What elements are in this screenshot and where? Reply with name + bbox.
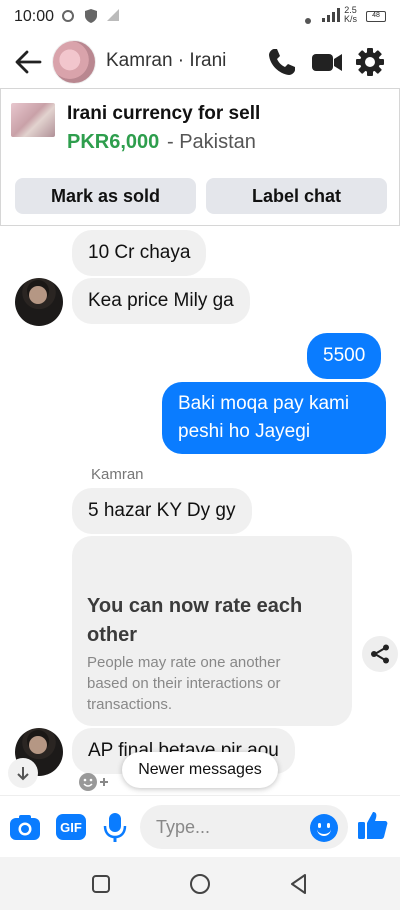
newer-messages-button[interactable]: Newer messages [122,752,278,788]
system-navigation-bar [0,857,400,910]
listing-thumbnail[interactable] [11,103,55,137]
no-signal-icon [106,8,120,25]
signal-icon [322,8,340,25]
scroll-down-arrow-icon[interactable] [8,758,38,788]
message-text: 5500 [323,345,366,366]
sender-avatar[interactable] [15,278,63,326]
video-call-icon[interactable] [310,46,342,78]
shield-icon [84,8,98,27]
message-text: Kea price Mily ga [88,290,234,311]
microphone-icon[interactable] [98,810,132,844]
listing-price: PKR6,000 [67,131,160,153]
mark-as-sold-button[interactable]: Mark as sold [15,178,196,214]
status-time: 10:00 [14,8,55,25]
message-composer: GIF Type... [0,795,400,857]
rating-card-title: You can now rate each other [87,595,303,646]
like-thumbs-up-icon[interactable] [356,808,390,842]
message-text: 10 Cr chaya [88,242,191,263]
settings-gear-icon[interactable] [354,46,386,78]
contact-avatar[interactable] [52,40,96,84]
contact-name[interactable]: Kamran · Irani [106,50,226,72]
message-bubble-incoming[interactable]: Kea price Mily ga [72,278,250,324]
phone-icon[interactable] [266,46,298,78]
message-text: Baki moqa pay kami peshi ho Jayegi [178,393,350,442]
marketplace-listing-card[interactable]: Irani currency for sell PKR6,000 - Pakis… [0,88,400,226]
sync-icon [60,8,76,27]
message-bubble-outgoing[interactable]: 5500 [307,333,382,379]
emoji-icon[interactable] [310,814,338,842]
back-arrow-icon[interactable] [12,46,44,78]
home-icon[interactable] [187,871,213,897]
label-chat-button[interactable]: Label chat [206,178,387,214]
message-bubble-outgoing[interactable]: Baki moqa pay kami peshi ho Jayegi [162,382,386,454]
rating-prompt-card[interactable]: You can now rate each other People may r… [72,536,352,726]
message-bubble-incoming[interactable]: 5 hazar KY Dy gy [72,488,252,534]
rating-card-text: People may rate one another based on the… [87,654,281,713]
back-nav-icon[interactable] [286,871,312,897]
message-input-placeholder: Type... [156,817,211,837]
add-reaction-icon[interactable] [78,772,110,797]
recent-apps-icon[interactable] [88,871,114,897]
listing-location: - Pakistan [167,131,256,153]
listing-title: Irani currency for sell [67,103,261,124]
message-bubble-incoming[interactable]: 10 Cr chaya [72,230,207,276]
dot-icon [305,12,311,27]
battery-icon: 48 [366,11,386,22]
sender-name-label: Kamran [91,466,144,483]
battery-level: 48 [372,12,380,19]
message-input[interactable]: Type... [140,805,348,849]
message-text: 5 hazar KY Dy gy [88,500,236,521]
network-speed-unit: K/s [344,14,358,24]
gif-icon[interactable]: GIF [54,810,88,844]
status-bar: 10:00 2.5 K/s 48 [0,0,400,34]
camera-icon[interactable] [8,810,42,844]
svg-text:GIF: GIF [60,820,82,835]
share-icon[interactable] [362,636,398,672]
chat-header: Kamran · Irani [0,34,400,88]
network-speed: 2.5 K/s [344,6,357,24]
